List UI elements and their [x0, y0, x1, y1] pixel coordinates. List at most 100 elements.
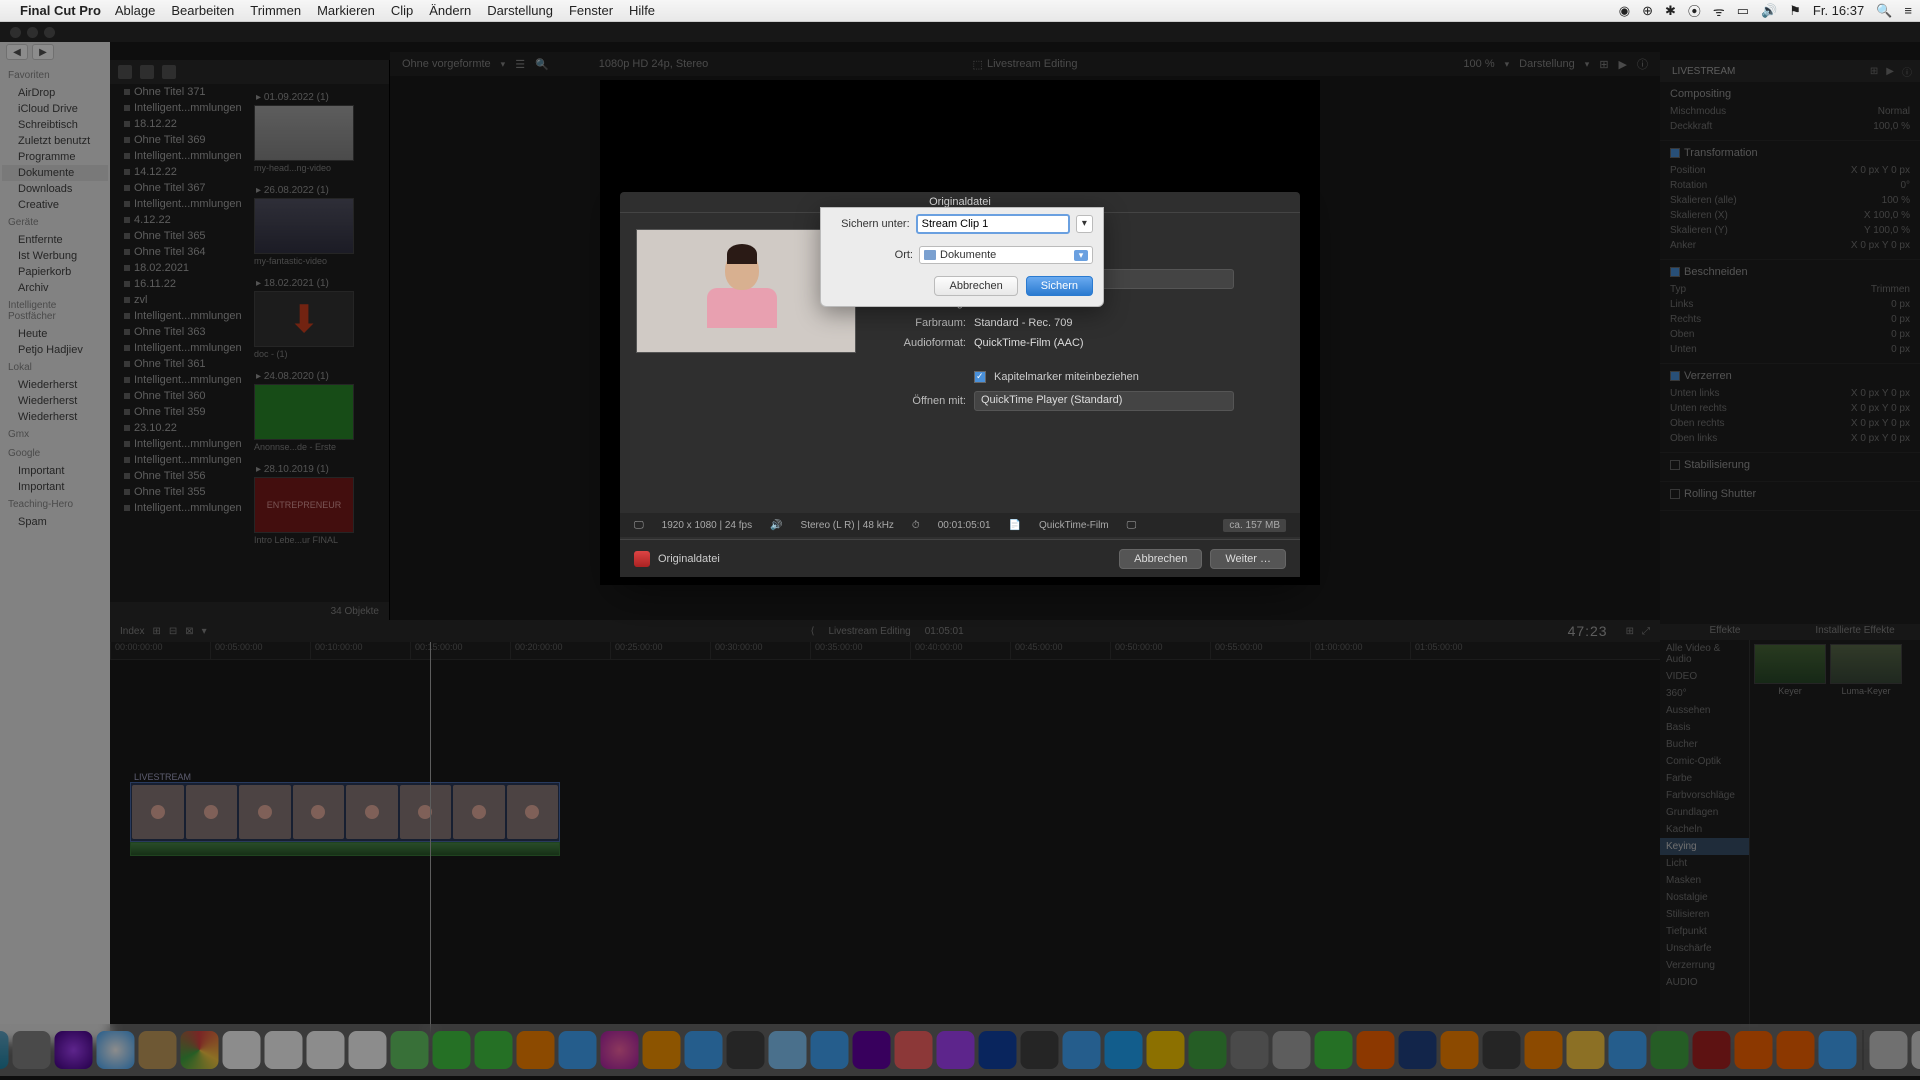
menu-bearbeiten[interactable]: Bearbeiten: [171, 3, 234, 18]
search-icon[interactable]: 🔍: [535, 58, 549, 71]
sidebar-item[interactable]: Schreibtisch: [2, 117, 108, 133]
dock-imovie-icon[interactable]: [853, 1031, 891, 1069]
dock-app-icon[interactable]: [727, 1031, 765, 1069]
chapters-checkbox[interactable]: [974, 371, 986, 383]
dock-app-icon[interactable]: [1609, 1031, 1647, 1069]
video-clip[interactable]: [130, 782, 560, 842]
dock-notes-icon[interactable]: [307, 1031, 345, 1069]
section-checkbox[interactable]: [1670, 460, 1680, 470]
effect-preset[interactable]: Luma-Keyer: [1830, 644, 1902, 696]
clip-thumbnail[interactable]: [254, 198, 354, 254]
flag-icon[interactable]: ⚑: [1789, 3, 1801, 19]
menu-trimmen[interactable]: Trimmen: [250, 3, 301, 18]
dock-skype-icon[interactable]: [1105, 1031, 1143, 1069]
chevron-down-icon[interactable]: ▾: [1505, 59, 1510, 70]
dock-photos-icon[interactable]: [223, 1031, 261, 1069]
dock-app-icon[interactable]: [1567, 1031, 1605, 1069]
tool-icon[interactable]: ▾: [202, 626, 207, 637]
spotlight-icon[interactable]: 🔍: [1876, 3, 1892, 19]
dock-app-icon[interactable]: [1441, 1031, 1479, 1069]
tool-icon[interactable]: ⊞: [152, 626, 160, 637]
menu-clip[interactable]: Clip: [391, 3, 413, 18]
effect-category[interactable]: Stilisieren: [1660, 906, 1749, 923]
timecode[interactable]: 47:23: [1568, 623, 1608, 639]
viewer-tool-icon[interactable]: ▶: [1619, 58, 1627, 71]
dock-calendar-icon[interactable]: [265, 1031, 303, 1069]
clip-thumbnail[interactable]: [254, 384, 354, 440]
tool-icon[interactable]: ⊟: [169, 626, 177, 637]
dock-app-icon[interactable]: [1147, 1031, 1185, 1069]
effect-category[interactable]: Alle Video & Audio: [1660, 640, 1749, 668]
status-icon[interactable]: ◉: [1619, 3, 1630, 19]
menu-ablage[interactable]: Ablage: [115, 3, 155, 18]
menubar-clock[interactable]: Fr. 16:37: [1813, 3, 1864, 18]
sidebar-item[interactable]: Heute: [2, 326, 108, 342]
tool-icon[interactable]: ⊠: [185, 626, 193, 637]
inspector-tab-icon[interactable]: ▶: [1886, 66, 1894, 77]
openwith-dropdown[interactable]: QuickTime Player (Standard): [974, 391, 1234, 411]
clip-thumbnail[interactable]: [254, 105, 354, 161]
sidebar-item[interactable]: Wiederherst: [2, 409, 108, 425]
effect-category[interactable]: Farbe: [1660, 770, 1749, 787]
inspector-section[interactable]: Compositing: [1670, 88, 1910, 100]
viewer-tool-icon[interactable]: ⓘ: [1637, 56, 1648, 72]
clip-thumbnail[interactable]: ⬇: [254, 291, 354, 347]
status-icon[interactable]: ⊕: [1642, 3, 1653, 19]
dock-app-icon[interactable]: [1777, 1031, 1815, 1069]
effect-category[interactable]: Licht: [1660, 855, 1749, 872]
dock-contacts-icon[interactable]: [139, 1031, 177, 1069]
sidebar-item[interactable]: Downloads: [2, 181, 108, 197]
sidebar-item[interactable]: Spam: [2, 514, 108, 530]
effect-category[interactable]: Tiefpunkt: [1660, 923, 1749, 940]
saveas-input[interactable]: [916, 214, 1070, 234]
dock-safari-icon[interactable]: [97, 1031, 135, 1069]
dock-app-icon[interactable]: [1021, 1031, 1059, 1069]
import-icon[interactable]: [140, 65, 154, 79]
dock-ibooks-icon[interactable]: [643, 1031, 681, 1069]
dock-evernote-icon[interactable]: [1651, 1031, 1689, 1069]
dock-app-icon[interactable]: [895, 1031, 933, 1069]
dock-app-icon[interactable]: [811, 1031, 849, 1069]
battery-icon[interactable]: ▭: [1737, 3, 1749, 19]
sidebar-item[interactable]: Creative: [2, 197, 108, 213]
dock-siri-icon[interactable]: [55, 1031, 93, 1069]
wifi-icon[interactable]: ⦿: [1688, 1, 1701, 20]
dock-app-icon[interactable]: [1693, 1031, 1731, 1069]
sidebar-item[interactable]: Wiederherst: [2, 393, 108, 409]
effect-category[interactable]: Bucher: [1660, 736, 1749, 753]
tool-icon[interactable]: ⤢: [1642, 626, 1650, 637]
sidebar-item[interactable]: AirDrop: [2, 85, 108, 101]
disclosure-button[interactable]: ▾: [1076, 215, 1093, 233]
dock-app-icon[interactable]: [1189, 1031, 1227, 1069]
dock-photoshop-icon[interactable]: [979, 1031, 1017, 1069]
sidebar-item[interactable]: Entfernte: [2, 232, 108, 248]
sidebar-item[interactable]: Archiv: [2, 280, 108, 296]
sidebar-item[interactable]: Important: [2, 463, 108, 479]
effect-category[interactable]: Farbvorschläge: [1660, 787, 1749, 804]
section-checkbox[interactable]: [1670, 267, 1680, 277]
dock-app-icon[interactable]: [1273, 1031, 1311, 1069]
menu-markieren[interactable]: Markieren: [317, 3, 375, 18]
dock-downloads-icon[interactable]: [1870, 1031, 1908, 1069]
effect-category[interactable]: Nostalgie: [1660, 889, 1749, 906]
dock-appstore-icon[interactable]: [559, 1031, 597, 1069]
section-checkbox[interactable]: [1670, 489, 1680, 499]
dock-vlc-icon[interactable]: [1525, 1031, 1563, 1069]
sidebar-item[interactable]: Zuletzt benutzt: [2, 133, 108, 149]
dock-app-icon[interactable]: [769, 1031, 807, 1069]
app-name[interactable]: Final Cut Pro: [20, 3, 101, 18]
dock-itunes-icon[interactable]: [601, 1031, 639, 1069]
sidebar-item[interactable]: Petjo Hadjiev: [2, 342, 108, 358]
effect-category[interactable]: Unschärfe: [1660, 940, 1749, 957]
effect-preset[interactable]: Keyer: [1754, 644, 1826, 696]
dock-messages-icon[interactable]: [433, 1031, 471, 1069]
effect-category[interactable]: Keying: [1660, 838, 1749, 855]
dock-finalcut-icon[interactable]: [1483, 1031, 1521, 1069]
menu-hilfe[interactable]: Hilfe: [629, 3, 655, 18]
dock-app-icon[interactable]: [1315, 1031, 1353, 1069]
back-button[interactable]: ◀: [6, 44, 28, 60]
menu-fenster[interactable]: Fenster: [569, 3, 613, 18]
effect-category[interactable]: AUDIO: [1660, 974, 1749, 991]
view-menu[interactable]: Darstellung: [1519, 58, 1575, 70]
audio-clip[interactable]: [130, 842, 560, 856]
